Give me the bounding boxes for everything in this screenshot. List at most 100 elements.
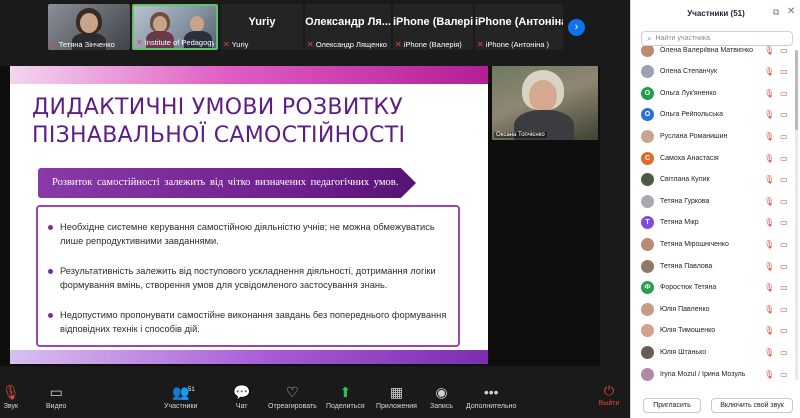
video-tile-active[interactable]: ✕Institute of Pedagogy ...: [132, 4, 218, 50]
mic-muted-icon: 🎙: [764, 131, 775, 141]
slide-title: Дидактичні умови розвитку пізнавальної с…: [32, 94, 472, 150]
participant-row[interactable]: Юлія Павленко 🎙 ▭: [631, 299, 793, 319]
mic-muted-icon: 🎙: [764, 67, 775, 77]
avatar: О: [641, 86, 654, 100]
participants-button[interactable]: 👥 51 Участники: [164, 383, 197, 410]
participants-icon: 👥 51: [172, 383, 195, 401]
video-button[interactable]: ▭ Видео: [46, 383, 66, 410]
popout-icon[interactable]: ⧉: [773, 7, 779, 18]
chat-icon: 💬: [233, 384, 251, 400]
video-strip: ✕ Тетяна Зінченко ✕ Institute of Pedagogy …: [0, 0, 630, 52]
panel-footer: Пригласить Включить свой звук: [631, 396, 800, 418]
participant-name: Тетяна Павлова: [660, 262, 713, 270]
slide-subtitle-bar: Розвиток самостійності залежить від чітк…: [38, 168, 416, 198]
mic-muted-icon: 🎙: [764, 347, 775, 357]
audio-button[interactable]: 🎙 Звук: [2, 383, 20, 410]
video-tile[interactable]: Yuriy ✕ Yuriy: [221, 4, 303, 50]
participant-status: 🎙 ▭: [764, 305, 788, 314]
participant-row[interactable]: О Ольга Лук'яненко 🎙 ▭: [631, 83, 793, 103]
share-button[interactable]: ⬆ Поделиться: [326, 383, 365, 410]
speaker-video[interactable]: Оксана Топчієнко: [492, 66, 598, 140]
avatar: [641, 46, 654, 57]
participants-list: Олена Валеріївна Матвієнко 🎙 ▭ Олена Степан…: [631, 46, 800, 391]
mic-muted-icon: 🎙: [764, 46, 775, 55]
participant-status: 🎙 ▭: [764, 326, 788, 335]
participants-scrollbar[interactable]: [795, 50, 798, 380]
participant-row[interactable]: Юлія Тимошенко 🎙 ▭: [631, 321, 793, 341]
slide-title-line: Дидактичні умови розвитку: [32, 95, 403, 120]
apps-button[interactable]: ▦ Приложения: [376, 383, 417, 410]
mic-muted-icon: 🎙: [764, 326, 775, 336]
participant-name: Юлія Тимошенко: [660, 327, 716, 335]
participant-status: 🎙 ▭: [764, 132, 788, 141]
slide-title-line: пізнавальної самостійності: [32, 123, 406, 148]
scrollbar-thumb[interactable]: [795, 50, 798, 130]
camera-off-icon: ▭: [780, 369, 788, 379]
mic-muted-icon: 🎙: [764, 110, 775, 120]
apps-label: Приложения: [376, 403, 417, 410]
participants-label: Участники: [164, 403, 198, 410]
participant-row[interactable]: О Ольга Рейпольська 🎙 ▭: [631, 105, 793, 125]
leave-button[interactable]: ⏻ Выйти: [594, 382, 624, 414]
participant-status: 🎙 ▭: [764, 283, 788, 292]
tile-caption: ✕ Олександр Лященко: [307, 40, 387, 49]
meeting-toolbar: 🎙 Звук ▭ Видео 👥 51 Участники 💬 Чат ♡ Отр…: [0, 378, 630, 418]
mic-muted-icon: 🎙: [2, 384, 20, 400]
slide-top-decoration: [10, 66, 488, 84]
participant-status: 🎙 ▭: [764, 67, 788, 76]
camera-off-icon: ▭: [780, 261, 788, 271]
participant-row[interactable]: Тетяна Гуркова 🎙 ▭: [631, 191, 793, 211]
search-input[interactable]: [655, 35, 784, 42]
participant-row[interactable]: Юлія Штанько 🎙 ▭: [631, 342, 793, 362]
video-tile[interactable]: ✕ Тетяна Зінченко: [48, 4, 130, 50]
react-button[interactable]: ♡ Отреагировать: [268, 383, 317, 410]
video-tile[interactable]: iPhone (Антоніна) ✕ iPhone (Антоніна ): [475, 4, 563, 50]
invite-button[interactable]: Пригласить: [643, 398, 701, 413]
avatar: [641, 237, 654, 251]
participant-name: Світлана Кулик: [660, 176, 710, 184]
avatar: [641, 324, 654, 338]
video-tile[interactable]: iPhone (Валерія) ✕iPhone (Валерія): [393, 4, 473, 50]
chat-label: Чат: [235, 403, 248, 410]
avatar: С: [641, 151, 654, 165]
slide-bullet-box: Необхідне системне керування самостійною…: [36, 205, 460, 347]
participant-row[interactable]: Тетяна Мірошніченко 🎙 ▭: [631, 234, 793, 254]
camera-off-icon: ▭: [780, 304, 788, 314]
leave-label: Выйти: [598, 400, 620, 407]
participant-row[interactable]: С Самоха Анастасія 🎙 ▭: [631, 148, 793, 168]
camera-off-icon: ▭: [780, 196, 788, 206]
participant-search[interactable]: ⌕: [641, 31, 793, 46]
close-icon[interactable]: ✕: [787, 6, 795, 17]
participant-row[interactable]: Руслана Романишин 🎙 ▭: [631, 126, 793, 146]
participant-row[interactable]: Iryna Mozul / Ірина Мозуль 🎙 ▭: [631, 364, 793, 384]
participant-status: 🎙 ▭: [764, 175, 788, 184]
avatar: [641, 173, 654, 187]
presentation-slide: Дидактичні умови розвитку пізнавальної с…: [10, 66, 488, 364]
chat-button[interactable]: 💬 Чат: [233, 383, 250, 410]
participant-row[interactable]: Т Тетяна Мікр 🎙 ▭: [631, 213, 793, 233]
participant-row[interactable]: Світлана Кулик 🎙 ▭: [631, 170, 793, 190]
camera-off-icon: ▭: [780, 239, 788, 249]
unmute-me-button[interactable]: Включить свой звук: [711, 398, 793, 413]
record-button[interactable]: ◉ Запись: [430, 383, 453, 410]
participant-status: 🎙 ▭: [764, 89, 788, 98]
participant-status: 🎙 ▭: [764, 218, 788, 227]
participant-name: Олена Степанчук: [660, 68, 717, 76]
video-tile[interactable]: Олександр Ля... ✕ Олександр Лященко: [305, 4, 391, 50]
participant-row[interactable]: Олена Степанчук 🎙 ▭: [631, 62, 793, 82]
participant-row[interactable]: Олена Валеріївна Матвієнко 🎙 ▭: [631, 46, 793, 60]
participant-status: 🎙 ▭: [764, 262, 788, 271]
avatar: [641, 367, 654, 381]
participant-row[interactable]: Ф Форостюк Тетяна 🎙 ▭: [631, 278, 793, 298]
mic-muted-icon: 🎙: [764, 218, 775, 228]
slide-bullet: Недопустимо пропонувати самостійне викон…: [48, 309, 454, 336]
search-icon: ⌕: [647, 33, 652, 43]
participant-row[interactable]: Тетяна Павлова 🎙 ▭: [631, 256, 793, 276]
camera-off-icon: ▭: [780, 326, 788, 336]
next-page-arrow-icon[interactable]: ›: [568, 19, 585, 36]
camera-icon: ▭: [49, 384, 63, 400]
more-button[interactable]: ••• Дополнительно: [466, 383, 516, 410]
mic-muted-icon: ✕: [395, 40, 402, 49]
participant-name: Руслана Романишин: [660, 132, 728, 140]
participant-status: 🎙 ▭: [764, 154, 788, 163]
